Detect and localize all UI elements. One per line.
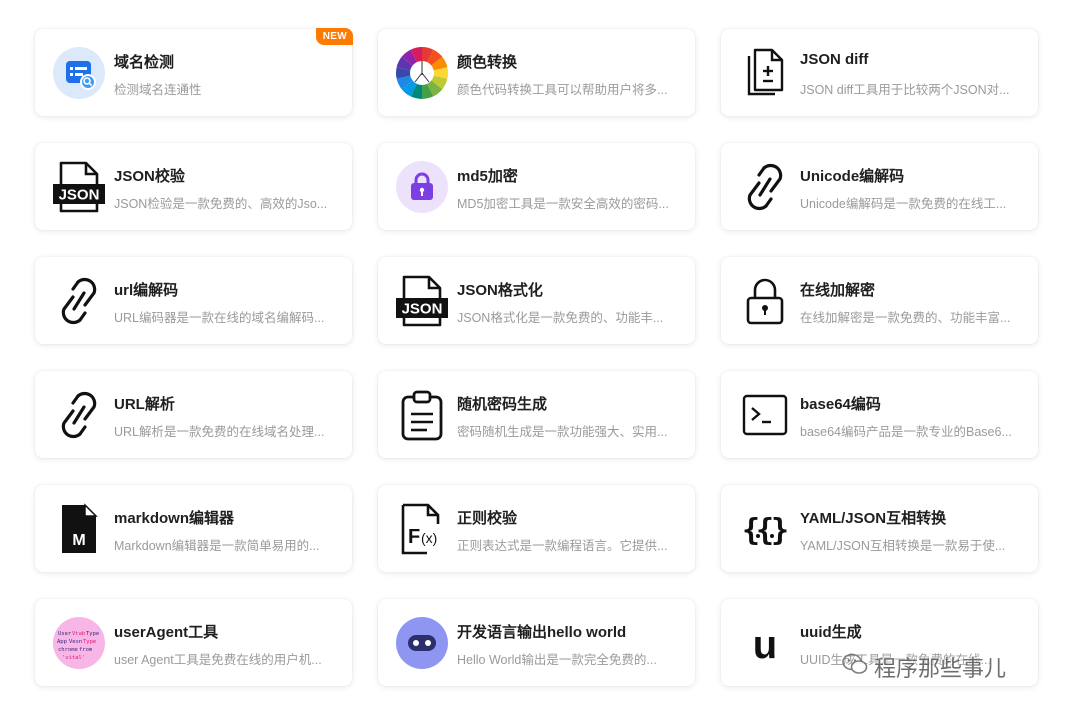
tool-grid: 域名检测检测域名连通性 NEW 颜色转换颜色代码转换工具可以帮助用户将多... JSO… [35,28,1038,686]
tool-card[interactable]: 在线加解密在线加解密是一款免费的、功能丰富... [721,257,1038,344]
tool-title: url编解码 [114,282,179,299]
tool-title: markdown编辑器 [114,510,235,527]
tool-description: URL编码器是一款在线的域名编解码... [114,311,325,325]
svg-text:u: u [753,623,777,667]
tool-title: uuid生成 [800,624,862,641]
link-icon [52,388,106,442]
tool-card[interactable]: User Vtab Type App Vesn Type chrome from'vital'… [35,599,352,686]
json-file-icon: JSON [52,160,106,214]
tool-description: JSON检验是一款免费的、高效的Jso... [114,197,328,211]
tool-title: 颜色转换 [457,54,518,71]
tool-description: 正则表达式是一款编程语言。它提供... [457,539,668,553]
tool-title: 随机密码生成 [457,396,548,413]
svg-text:}: } [771,513,789,548]
tool-card[interactable]: JSON JSON格式化 JSON格式化是一款免费的、功能丰... [378,257,695,344]
tool-description: YAML/JSON互相转换是一款易于使... [800,539,1006,553]
svg-text:F: F [408,526,420,548]
tool-description: base64编码产品是一款专业的Base6... [800,425,1012,439]
svg-text:{: { [742,513,760,548]
watermark: 程序那些事儿 [842,651,1006,683]
tool-description: 检测域名连通性 [114,83,202,97]
tool-card[interactable]: F (x) 正则校验正则表达式是一款编程语言。它提供... [378,485,695,572]
clipboard-icon [395,388,449,442]
tool-card[interactable]: 颜色转换颜色代码转换工具可以帮助用户将多... [378,29,695,116]
tool-title: base64编码 [800,396,881,413]
svg-text:App: App [57,639,67,645]
tool-card[interactable]: 随机密码生成密码随机生成是一款功能强大、实用... [378,371,695,458]
json-file-icon: JSON [395,274,449,328]
wechat-icon [842,653,868,681]
uuid-letter-icon: u [738,616,792,670]
markdown-file-icon: M [52,502,106,556]
color-wheel-icon [395,46,449,100]
file-diff-icon [738,46,792,100]
svg-text:Type: Type [86,631,99,637]
new-badge: NEW [315,28,353,45]
svg-text:M: M [72,532,85,549]
tool-description: Hello World输出是一款完全免费的... [457,653,657,667]
svg-text:'vital': 'vital' [62,655,85,661]
robot-icon [395,616,449,670]
purple-lock-icon [395,160,449,214]
link-icon [738,160,792,214]
tool-card[interactable]: base64编码 base64编码产品是一款专业的Base6... [721,371,1038,458]
tool-title: JSON格式化 [457,282,543,299]
tool-title: Unicode编解码 [800,168,905,185]
tool-description: JSON格式化是一款免费的、功能丰... [457,311,664,325]
svg-text:chrome: chrome [58,647,78,653]
tool-description: 颜色代码转换工具可以帮助用户将多... [457,83,668,97]
link-icon [52,274,106,328]
tool-card[interactable]: URL解析 URL解析是一款免费的在线域名处理... [35,371,352,458]
braces-icon: { {} [738,502,792,556]
tool-description: user Agent工具是免费在线的用户机... [114,653,322,667]
tool-description: 在线加解密是一款免费的、功能丰富... [800,311,1011,325]
user-agent-icon: User Vtab Type App Vesn Type chrome from'vital' [52,616,106,670]
tool-title: 开发语言输出hello world [457,624,627,641]
tool-description: JSON diff工具用于比较两个JSON对... [800,83,1010,97]
padlock-icon [738,274,792,328]
tool-card[interactable]: md5加密 MD5加密工具是一款安全高效的密码... [378,143,695,230]
svg-text:JSON: JSON [402,301,443,318]
tool-title: 域名检测 [114,54,175,71]
tool-title: YAML/JSON互相转换 [800,510,947,527]
svg-text:Vtab: Vtab [72,631,85,637]
svg-text:JSON: JSON [59,187,100,204]
svg-text:Type: Type [83,639,96,645]
svg-text:from: from [79,647,93,653]
tool-card[interactable]: JSON diff JSON diff工具用于比较两个JSON对... [721,29,1038,116]
tool-title: JSON diff [800,51,869,68]
tool-title: 正则校验 [457,510,518,527]
tool-title: URL解析 [114,396,175,413]
tool-card[interactable]: Unicode编解码 Unicode编解码是一款免费的在线工... [721,143,1038,230]
svg-text:Vesn: Vesn [69,639,82,645]
tool-card[interactable]: 域名检测检测域名连通性 NEW [35,28,353,116]
tool-title: userAgent工具 [114,624,219,641]
svg-text:(x): (x) [421,530,437,546]
domain-check-icon [52,46,106,100]
tool-card[interactable]: 开发语言输出hello world Hello World输出是一款完全免费的..… [378,599,695,686]
tool-description: URL解析是一款免费的在线域名处理... [114,425,325,439]
tool-card[interactable]: url编解码 URL编码器是一款在线的域名编解码... [35,257,352,344]
tool-title: JSON校验 [114,168,185,185]
tool-description: Markdown编辑器是一款简单易用的... [114,539,320,553]
tool-title: 在线加解密 [800,282,876,299]
tool-title: md5加密 [457,168,518,185]
svg-text:User: User [58,631,72,637]
tool-description: Unicode编解码是一款免费的在线工... [800,197,1007,211]
function-file-icon: F (x) [395,502,449,556]
tool-description: MD5加密工具是一款安全高效的密码... [457,197,669,211]
tool-description: 密码随机生成是一款功能强大、实用... [457,425,668,439]
tool-card[interactable]: { {} YAML/JSON互相转换 YAML/JSON互相转换是一款易于使... [721,485,1038,572]
tool-card[interactable]: JSON JSON校验 JSON检验是一款免费的、高效的Jso... [35,143,352,230]
tool-card[interactable]: Mmarkdown编辑器 Markdown编辑器是一款简单易用的... [35,485,352,572]
watermark-text: 程序那些事儿 [874,656,1007,681]
terminal-icon [738,388,792,442]
